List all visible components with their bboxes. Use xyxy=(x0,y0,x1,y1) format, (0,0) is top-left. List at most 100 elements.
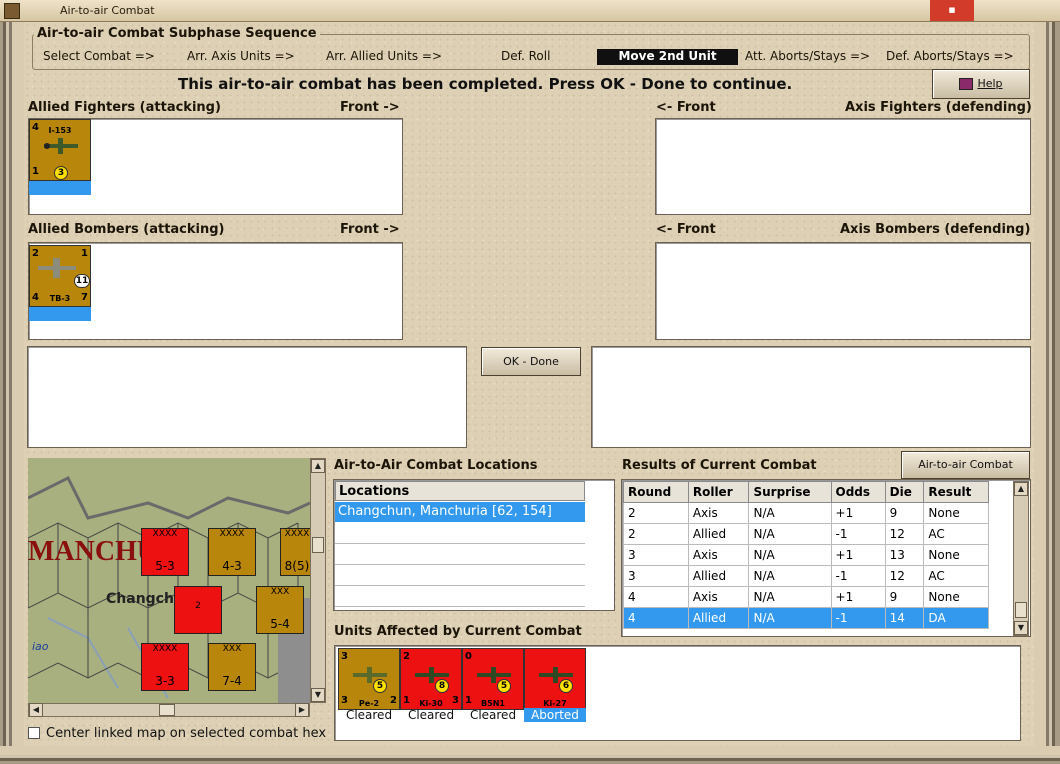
affected-units: 3 3 Pe-2 2 5 Cleared 2 1 Ki-30 3 8 Cleared 0 1 B5N1 5 Cl… xyxy=(338,648,638,738)
table-row[interactable]: 2 Axis N/A +1 9 None xyxy=(623,502,989,524)
phase-arr-axis: Arr. Axis Units => xyxy=(187,49,295,63)
window-title: Air-to-air Combat xyxy=(60,4,155,17)
table-row[interactable]: 4 Axis N/A +1 9 None xyxy=(623,586,989,608)
col-result[interactable]: Result xyxy=(923,481,989,503)
sequence-title: Air-to-air Combat Subphase Sequence xyxy=(34,26,320,41)
scroll-down-icon[interactable]: ▼ xyxy=(1014,621,1028,635)
center-map-label: Center linked map on selected combat hex xyxy=(46,726,327,741)
table-cell: Allied xyxy=(687,607,750,629)
allied-fighters-label: Allied Fighters (attacking) xyxy=(28,100,221,115)
map-counter-2[interactable]: XXXX 4-3 xyxy=(208,528,256,576)
counter-factor: 6 xyxy=(559,679,573,693)
unit-counter-tb3[interactable]: 2 1 4 TB-3 7 11 xyxy=(29,245,91,307)
table-cell: 9 xyxy=(884,502,925,524)
scroll-down-icon[interactable]: ▼ xyxy=(311,688,325,702)
col-die[interactable]: Die xyxy=(884,481,925,503)
locations-header[interactable]: Locations xyxy=(335,481,585,501)
scroll-thumb[interactable] xyxy=(1015,602,1027,618)
counter-factor: 5 xyxy=(373,679,387,693)
center-map-checkbox[interactable] xyxy=(28,727,40,739)
affected-unit-counter[interactable]: 0 1 B5N1 5 xyxy=(462,648,524,710)
help-button[interactable]: Help xyxy=(932,69,1030,99)
table-cell: N/A xyxy=(748,565,832,587)
scroll-up-icon[interactable]: ▲ xyxy=(311,459,325,473)
title-bar: Air-to-air Combat ▪ xyxy=(0,0,1060,22)
counter-tl: 3 xyxy=(341,651,348,662)
table-row[interactable]: 3 Allied N/A -1 12 AC xyxy=(623,565,989,587)
locations-empty-rows xyxy=(335,523,585,607)
counter-bl: 1 xyxy=(32,166,39,177)
table-cell: N/A xyxy=(748,544,832,566)
app-icon xyxy=(4,3,20,19)
ok-done-button[interactable]: OK - Done xyxy=(481,347,581,376)
axis-fighters-label: Axis Fighters (defending) xyxy=(845,100,1032,115)
table-cell: 3 xyxy=(623,544,689,566)
counter-value: 5-3 xyxy=(155,559,175,573)
map-counter-3[interactable]: XXXX 8(5) xyxy=(280,528,310,576)
table-cell: -1 xyxy=(830,565,886,587)
table-cell: 13 xyxy=(884,544,925,566)
table-cell: Axis xyxy=(687,544,750,566)
map-counter-4[interactable]: XXX 5-4 xyxy=(256,586,304,634)
table-row[interactable]: 4 Allied N/A -1 14 DA xyxy=(623,607,989,629)
close-button[interactable]: ▪ xyxy=(930,0,974,21)
map-counter-6[interactable]: XXXX 3-3 xyxy=(141,643,189,691)
table-cell: +1 xyxy=(830,502,886,524)
scroll-thumb[interactable] xyxy=(312,537,324,553)
table-row[interactable]: 3 Axis N/A +1 13 None xyxy=(623,544,989,566)
col-surprise[interactable]: Surprise xyxy=(748,481,832,503)
scroll-left-icon[interactable]: ◀ xyxy=(29,703,43,717)
map-hscroll[interactable]: ◀ ▶ xyxy=(28,703,310,717)
selection-bar xyxy=(29,181,91,195)
front-left-label-2: <- Front xyxy=(656,222,716,237)
table-cell: 12 xyxy=(884,565,925,587)
linked-map[interactable]: MANCHU Changch Ki iao XXXX5-3 XXXX4-3 XX… xyxy=(28,458,310,703)
affected-unit-counter[interactable]: Ki-27 6 xyxy=(524,648,586,710)
counter-value: 7-4 xyxy=(222,674,242,688)
counter-factor: 5 xyxy=(497,679,511,693)
counter-value: 4-3 xyxy=(222,559,242,573)
axis-fighters-box xyxy=(655,118,1031,215)
table-cell: None xyxy=(923,544,989,566)
scroll-thumb-h[interactable] xyxy=(159,704,175,716)
unit-status: Cleared xyxy=(407,708,455,722)
counter-value: 3-3 xyxy=(155,674,175,688)
table-cell: 4 xyxy=(623,607,689,629)
map-counter-5[interactable]: 2 xyxy=(174,586,222,634)
affected-unit-counter[interactable]: 3 3 Pe-2 2 5 xyxy=(338,648,400,710)
counter-size: XXX xyxy=(222,644,242,654)
table-cell: 9 xyxy=(884,586,925,608)
phase-select-combat: Select Combat => xyxy=(43,49,155,63)
counter-value: 8(5) xyxy=(284,559,310,573)
affected-unit-counter[interactable]: 2 1 Ki-30 3 8 xyxy=(400,648,462,710)
map-counter-7[interactable]: XXX 7-4 xyxy=(208,643,256,691)
col-roller[interactable]: Roller xyxy=(687,481,750,503)
table-cell: 12 xyxy=(884,523,925,545)
location-item[interactable]: Changchun, Manchuria [62, 154] xyxy=(335,502,585,522)
phase-att-aborts: Att. Aborts/Stays => xyxy=(745,49,871,63)
combat-chart-button[interactable]: Air-to-air Combat Chart xyxy=(901,451,1030,497)
table-cell: Allied xyxy=(687,523,750,545)
plane-icon xyxy=(44,138,78,154)
col-round[interactable]: Round xyxy=(623,481,689,503)
table-cell: N/A xyxy=(748,523,832,545)
phase-def-roll: Def. Roll xyxy=(501,49,551,63)
scroll-right-icon[interactable]: ▶ xyxy=(295,703,309,717)
help-label: Help xyxy=(977,77,1003,90)
table-row[interactable]: 2 Allied N/A -1 12 AC xyxy=(623,523,989,545)
front-right-label-2: Front -> xyxy=(340,222,400,237)
table-cell: 3 xyxy=(623,565,689,587)
table-cell: DA xyxy=(923,607,989,629)
table-cell: +1 xyxy=(830,544,886,566)
map-vscroll[interactable]: ▲ ▼ xyxy=(310,458,326,703)
unit-counter-i153[interactable]: 4 I-153 1 3 xyxy=(29,119,91,181)
scroll-up-icon[interactable]: ▲ xyxy=(1014,482,1028,496)
status-banner: This air-to-air combat has been complete… xyxy=(178,75,793,93)
bomber-icon xyxy=(38,258,76,278)
map-counter-1[interactable]: XXXX 5-3 xyxy=(141,528,189,576)
col-odds[interactable]: Odds xyxy=(830,481,886,503)
results-vscroll[interactable]: ▲ ▼ xyxy=(1013,481,1029,636)
table-cell: 2 xyxy=(623,523,689,545)
map-region-label: MANCHU xyxy=(28,536,158,567)
counter-size: XXX xyxy=(270,587,290,597)
